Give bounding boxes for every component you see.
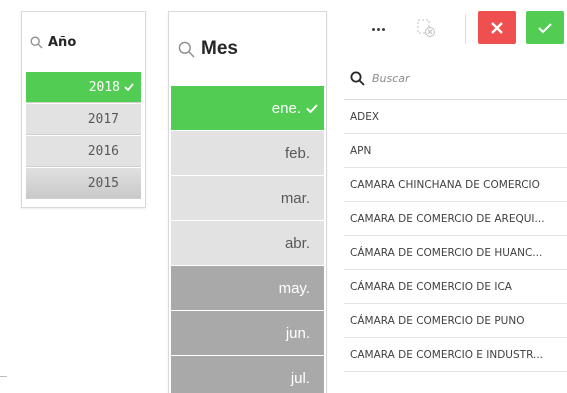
month-item-label: jun.	[285, 324, 310, 342]
company-search-input[interactable]: Buscar	[344, 58, 567, 100]
year-item-2017[interactable]: 2017	[26, 104, 141, 135]
check-icon	[124, 83, 134, 91]
more-options-button[interactable]	[368, 22, 388, 36]
year-item-2016[interactable]: 2016	[26, 136, 141, 167]
list-item[interactable]: CÁMARA DE COMERCIO DE HUANC...	[344, 236, 567, 270]
check-icon	[538, 22, 552, 33]
year-item-2015[interactable]: 2015	[26, 168, 141, 199]
list-item[interactable]: ADEX	[344, 100, 567, 134]
list-item[interactable]: CÁMARA DE COMERCIO DE ICA	[344, 270, 567, 304]
year-item-label: 2016	[87, 143, 119, 159]
search-placeholder: Buscar	[372, 72, 410, 85]
month-item-label: abr.	[284, 234, 310, 252]
month-list: ene. feb. mar. abr. may. jun. jul.	[171, 86, 324, 393]
filter-panels: Año 2018 2017 2016 2015 Mes ene. feb. ma…	[0, 0, 567, 393]
year-item-2018[interactable]: 2018	[26, 72, 141, 103]
search-icon	[178, 41, 195, 57]
selection-toolbar	[344, 0, 567, 58]
month-filter-pane: Mes ene. feb. mar. abr. may. jun. jul.	[168, 11, 327, 393]
clear-selection-icon[interactable]	[415, 17, 437, 39]
list-item[interactable]: CAMARA DE COMERCIO DE AREQUI...	[344, 202, 567, 236]
month-item-feb[interactable]: feb.	[171, 131, 324, 175]
toolbar-divider	[465, 14, 466, 44]
divider	[0, 376, 7, 377]
month-item-label: feb.	[284, 144, 310, 162]
search-icon	[350, 71, 365, 86]
year-filter-pane: Año 2018 2017 2016 2015	[21, 11, 146, 208]
list-item[interactable]: CAMARA DE COMERCIO E INDUSTR...	[344, 338, 567, 372]
list-item[interactable]: APN	[344, 134, 567, 168]
year-item-label: 2018	[88, 79, 120, 95]
year-list: 2018 2017 2016 2015	[26, 72, 141, 200]
month-item-apr[interactable]: abr.	[171, 221, 324, 265]
month-item-label: may.	[278, 279, 310, 297]
month-filter-title: Mes	[201, 38, 238, 59]
month-item-may[interactable]: may.	[171, 266, 324, 310]
year-item-label: 2017	[87, 111, 119, 127]
month-item-mar[interactable]: mar.	[171, 176, 324, 220]
month-item-label: jul.	[290, 369, 310, 387]
month-item-jul[interactable]: jul.	[171, 356, 324, 393]
year-filter-header[interactable]: Año	[22, 12, 145, 72]
search-icon	[30, 36, 43, 48]
year-filter-title: Año	[48, 34, 77, 50]
month-item-label: ene.	[271, 99, 301, 117]
cancel-selection-button[interactable]	[478, 11, 516, 44]
month-item-jun[interactable]: jun.	[171, 311, 324, 355]
month-item-jan[interactable]: ene.	[171, 86, 324, 130]
month-item-label: mar.	[280, 189, 310, 207]
check-icon	[306, 103, 318, 113]
close-icon	[491, 21, 503, 34]
company-selection-pane: Buscar ADEX APN CAMARA CHINCHANA DE COME…	[344, 0, 567, 393]
confirm-selection-button[interactable]	[526, 11, 564, 44]
year-item-label: 2015	[87, 175, 119, 191]
more-horizontal-icon	[371, 27, 375, 31]
month-filter-header[interactable]: Mes	[169, 12, 326, 86]
list-item[interactable]: CÁMARA DE COMERCIO DE PUNO	[344, 304, 567, 338]
company-list: ADEX APN CAMARA CHINCHANA DE COMERCIO CA…	[344, 100, 567, 372]
list-item[interactable]: CAMARA CHINCHANA DE COMERCIO	[344, 168, 567, 202]
